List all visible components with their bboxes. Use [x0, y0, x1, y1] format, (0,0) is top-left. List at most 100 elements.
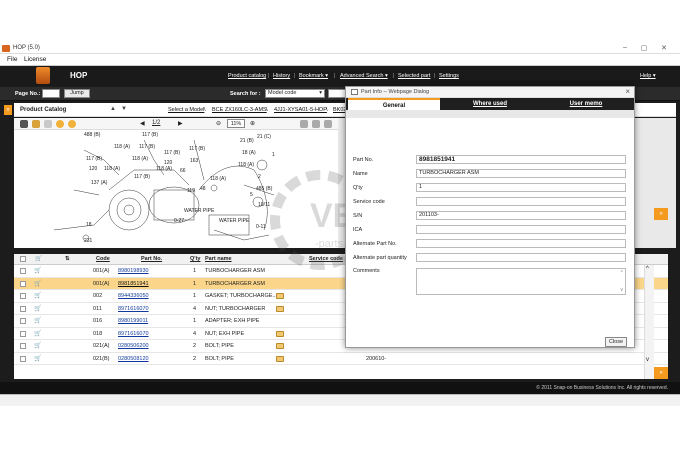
nav-bookmark[interactable]: Bookmark ▾	[299, 73, 328, 79]
row-checkbox[interactable]	[20, 355, 26, 362]
menu-file[interactable]: File	[7, 56, 17, 63]
minimize-button[interactable]: –	[618, 44, 632, 51]
page-no-input[interactable]	[42, 89, 60, 98]
rotate-left-icon[interactable]	[56, 120, 64, 128]
row-checkbox[interactable]	[20, 343, 26, 349]
collapse-side-button[interactable]: »	[654, 208, 668, 220]
zoom-in-icon[interactable]: ⊕	[250, 120, 255, 127]
fullscreen-icon[interactable]	[324, 120, 332, 128]
zoom-level-field[interactable]: 11%	[227, 119, 245, 128]
thumbnail-icon[interactable]	[300, 120, 308, 128]
close-window-button[interactable]: ✕	[657, 44, 671, 52]
nav-advanced-search[interactable]: Advanced Search ▾	[340, 73, 388, 79]
print-icon[interactable]	[20, 120, 28, 128]
diagram-label: 137 (A)	[91, 180, 108, 186]
catalog-nav-arrows-icon[interactable]: ▲ ▼	[110, 106, 127, 112]
row-part-no-link[interactable]: 0280508120	[118, 356, 149, 362]
copy-icon[interactable]	[44, 120, 52, 128]
expand-panel-button[interactable]: »	[4, 105, 12, 115]
breadcrumb-model[interactable]: BCE ZX160LC-3-AMS	[212, 107, 267, 113]
add-to-cart-icon[interactable]: 🛒	[34, 305, 41, 312]
row-part-no-link[interactable]: 8971616070	[118, 306, 149, 312]
status-bar	[0, 394, 680, 406]
row-part-no-link[interactable]: 0280506200	[118, 343, 149, 349]
add-to-cart-icon[interactable]: 🛒	[34, 280, 41, 287]
add-to-cart-icon[interactable]: 🛒	[34, 292, 41, 299]
table-scrollbar[interactable]: ^ v	[644, 265, 654, 379]
part-info-icon[interactable]	[276, 293, 284, 299]
scroll-up-icon[interactable]: ^	[621, 270, 623, 276]
row-checkbox[interactable]	[20, 268, 26, 274]
add-to-cart-icon[interactable]: 🛒	[34, 342, 41, 349]
part-info-icon[interactable]	[276, 305, 284, 312]
field-alternate-part-no	[416, 239, 626, 248]
add-to-cart-icon[interactable]: 🛒	[34, 330, 41, 337]
row-checkbox[interactable]	[20, 293, 26, 299]
nav-product-catalog[interactable]: Product catalog	[228, 73, 266, 79]
row-checkbox[interactable]	[20, 318, 26, 324]
row-part-name: ADAPTER; EXH PIPE	[205, 318, 260, 324]
row-checkbox[interactable]	[20, 330, 26, 337]
row-checkbox[interactable]	[20, 305, 26, 312]
nav-help[interactable]: Help ▾	[640, 73, 656, 79]
col-header-part-no[interactable]: Part No.	[141, 256, 162, 262]
add-to-cart-icon[interactable]: 🛒	[34, 317, 41, 324]
nav-history[interactable]: History	[273, 73, 290, 79]
nav-selected-part[interactable]: Selected part	[398, 73, 430, 79]
diagram-label: 118 (A)	[156, 166, 172, 172]
row-part-no-link[interactable]: 8971616070	[118, 331, 149, 337]
diagram-label: 18 (A)	[242, 150, 256, 156]
add-to-cart-icon[interactable]: 🛒	[34, 355, 41, 362]
dialog-tabs: General Where used User memo	[346, 98, 634, 110]
tab-user-memo[interactable]: User memo	[540, 98, 632, 110]
maximize-button[interactable]: ▢	[637, 44, 651, 52]
col-header-code[interactable]: Code	[96, 256, 110, 262]
row-part-no-link[interactable]: 8980199011	[118, 318, 148, 324]
col-header-qty[interactable]: Q'ty	[190, 256, 200, 262]
select-all-checkbox[interactable]	[20, 256, 26, 262]
tab-where-used[interactable]: Where used	[444, 98, 536, 110]
scroll-up-icon[interactable]: ^	[646, 266, 649, 272]
breadcrumb-engine[interactable]: 4JJ1-XYSA01-5-HOP	[274, 107, 327, 113]
nav-separator: |	[334, 73, 336, 79]
fit-icon[interactable]	[312, 120, 320, 128]
col-header-part-name[interactable]: Part name	[205, 256, 232, 262]
diagram-label: 120	[89, 166, 98, 172]
row-part-no-link[interactable]: 8944336050	[118, 293, 149, 299]
scroll-down-icon[interactable]: v	[646, 357, 649, 363]
row-qty: 2	[193, 343, 197, 349]
dialog-close-icon[interactable]: ×	[625, 87, 630, 96]
tab-general[interactable]: General	[348, 98, 440, 110]
diagram-label: 231	[84, 238, 93, 244]
row-part-no-link[interactable]: 8981851941	[118, 281, 149, 287]
open-icon[interactable]	[32, 120, 40, 128]
search-mode-select[interactable]: Model code ▾	[265, 89, 325, 98]
diagram-label: 0-27	[174, 218, 184, 224]
zoom-out-icon[interactable]: ⊖	[216, 120, 221, 127]
prev-page-icon[interactable]: ◀	[140, 120, 145, 127]
next-page-icon[interactable]: ▶	[178, 120, 183, 127]
row-qty: 1	[193, 268, 197, 274]
part-info-icon[interactable]	[276, 330, 284, 337]
expand-table-button[interactable]: »	[654, 367, 668, 379]
row-part-no-link[interactable]: 8980198930	[118, 268, 149, 274]
jump-button[interactable]: Jump	[64, 89, 90, 98]
part-info-icon[interactable]	[276, 355, 284, 362]
tools-header-icon: ⇅	[65, 256, 70, 262]
rotate-right-icon[interactable]	[68, 120, 76, 128]
row-code: 001(A)	[93, 280, 110, 287]
add-to-cart-icon[interactable]: 🛒	[34, 267, 41, 274]
nav-settings[interactable]: Settings	[439, 73, 459, 79]
diagram-label: 48	[200, 186, 206, 192]
diagram-label: 117 (B)	[164, 150, 180, 156]
app-name: HOP	[70, 71, 88, 80]
row-checkbox[interactable]	[20, 280, 26, 287]
comments-textarea[interactable]: ^ v	[416, 268, 626, 295]
table-row[interactable]: 🛒 021(B) 0280508120 2 BOLT; PIPE 200610-	[14, 353, 668, 365]
close-button[interactable]: Close	[605, 337, 627, 347]
part-info-icon[interactable]	[276, 343, 284, 349]
breadcrumb-select-model[interactable]: Select a Model	[168, 107, 204, 113]
scroll-down-icon[interactable]: v	[621, 287, 624, 293]
title-bar: HOP (5.0) – ▢ ✕	[0, 43, 680, 54]
menu-license[interactable]: License	[24, 56, 46, 63]
